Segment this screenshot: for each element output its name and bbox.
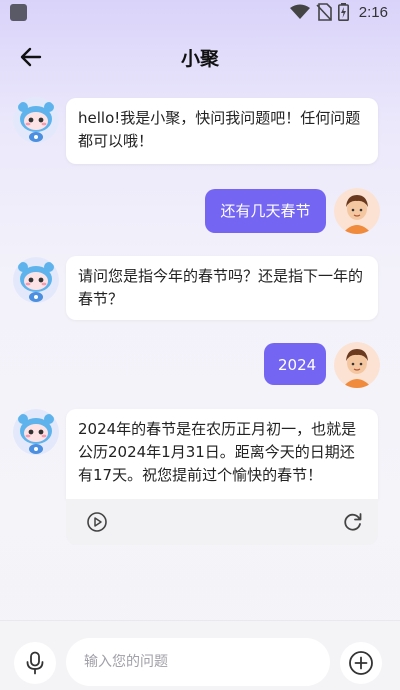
add-button[interactable]	[340, 642, 382, 684]
voice-input-button[interactable]	[14, 642, 56, 684]
robot-mascot-icon	[13, 257, 59, 303]
play-icon	[87, 512, 107, 532]
no-sim-icon	[316, 3, 332, 21]
robot-mascot-icon	[13, 97, 59, 143]
refresh-button[interactable]	[342, 511, 364, 533]
user-message-bubble: 还有几天春节	[205, 189, 326, 233]
page-title: 小聚	[180, 48, 219, 70]
question-input[interactable]	[66, 638, 330, 686]
bot-message-text: hello!我是小聚，快问我问题吧！任何问题都可以哦！	[78, 109, 361, 150]
bot-message-bubble: 请问您是指今年的春节吗？还是指下一年的春节？	[66, 256, 378, 320]
status-time: 2:16	[358, 3, 388, 21]
refresh-icon	[344, 513, 362, 531]
user-avatar[interactable]	[334, 342, 380, 388]
bot-avatar[interactable]	[13, 97, 59, 143]
user-avatar[interactable]	[334, 188, 380, 234]
microphone-icon	[26, 651, 44, 675]
bot-avatar[interactable]	[13, 409, 59, 455]
user-message-bubble: 2024	[264, 343, 326, 385]
wifi-icon	[289, 4, 310, 19]
user-message-text: 还有几天春节	[220, 202, 311, 220]
status-bar: 2:16	[0, 0, 400, 26]
notification-square-icon	[10, 4, 27, 21]
user-message-text: 2024	[278, 356, 317, 374]
status-icons: 2:16	[289, 3, 388, 21]
input-bar	[0, 620, 400, 690]
bot-message-text: 2024年的春节是在农历正月初一，也就是公历2024年1月31日。距离今天的日期…	[78, 420, 357, 484]
bot-message-bubble: hello!我是小聚，快问我问题吧！任何问题都可以哦！	[66, 98, 378, 164]
user-avatar-icon	[334, 188, 380, 234]
header: 小聚	[0, 30, 400, 84]
battery-icon	[337, 3, 349, 21]
play-button[interactable]	[86, 511, 108, 533]
bot-avatar[interactable]	[13, 257, 59, 303]
plus-circle-icon	[349, 651, 373, 675]
user-avatar-icon	[334, 342, 380, 388]
robot-mascot-icon	[13, 409, 59, 455]
message-actions	[66, 499, 378, 545]
bot-message-text: 请问您是指今年的春节吗？还是指下一年的春节？	[78, 267, 364, 308]
bot-message-bubble: 2024年的春节是在农历正月初一，也就是公历2024年1月31日。距离今天的日期…	[66, 409, 378, 499]
